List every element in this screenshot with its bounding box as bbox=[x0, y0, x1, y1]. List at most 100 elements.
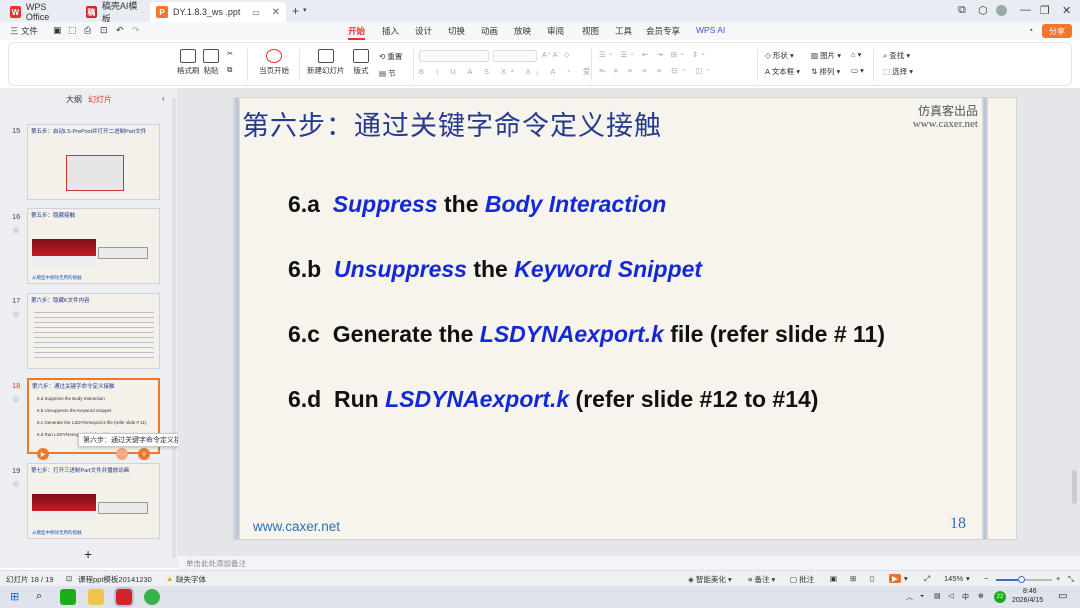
slide-thumbnail-17[interactable]: 第六步：隐藏K文件内容 bbox=[27, 293, 160, 369]
missing-font[interactable]: 缺失字体 bbox=[176, 574, 206, 585]
network-icon[interactable]: ▤ bbox=[934, 592, 941, 600]
slide-thumbnail-16[interactable]: 第五步：隐藏接触 从模型中移除无用的接触 bbox=[27, 208, 160, 284]
collapse-panel-icon[interactable]: ‹ bbox=[162, 94, 165, 103]
wechat-icon[interactable] bbox=[60, 589, 76, 605]
notes-button[interactable]: ≡ 备注 ▾ bbox=[748, 574, 775, 585]
paste-button[interactable]: 粘贴 bbox=[203, 49, 219, 76]
slide-title[interactable]: 第六步：通过关键字命令定义接触 bbox=[242, 104, 662, 143]
bullet-6b[interactable]: 6.b Unsuppress the Keyword Snippet bbox=[288, 256, 702, 283]
template-name[interactable]: 课程ppt模板20141230 bbox=[78, 574, 152, 585]
picture-button[interactable]: ▨ 图片 ▾ bbox=[811, 50, 841, 61]
menu-animation[interactable]: 动画 bbox=[481, 25, 498, 37]
action-center-icon[interactable]: ▭ bbox=[1058, 591, 1067, 602]
sorter-view-icon[interactable]: ⊞ bbox=[850, 574, 856, 583]
play-current-button[interactable]: 当页开始 bbox=[259, 49, 289, 76]
chevron-down-icon[interactable]: ▾ bbox=[904, 574, 908, 583]
print-icon[interactable]: ⎙ bbox=[84, 25, 91, 36]
save-icon[interactable]: ▣ bbox=[53, 25, 62, 36]
avatar[interactable] bbox=[996, 5, 1007, 16]
window-mode-icon[interactable]: ▭ bbox=[252, 8, 260, 17]
normal-view-icon[interactable]: ▣ bbox=[830, 574, 837, 583]
cut-icon[interactable]: ✂ bbox=[227, 49, 233, 58]
bullet-6d[interactable]: 6.d Run LSDYNAexport.k (refer slide #12 … bbox=[288, 386, 818, 413]
tab-outline[interactable]: 大纲 bbox=[66, 94, 82, 105]
format-painter-button[interactable]: 格式刷 bbox=[177, 49, 200, 76]
bell-icon[interactable]: ◔ bbox=[1028, 25, 1033, 35]
notes-area[interactable]: 单击此处添加备注 bbox=[178, 556, 1080, 570]
tray-chevron-icon[interactable]: ︿ bbox=[906, 592, 913, 602]
chevron-down-icon[interactable]: ▾ bbox=[303, 6, 307, 14]
menu-home[interactable]: 开始 bbox=[348, 25, 366, 40]
export-icon[interactable]: ⬚ bbox=[68, 25, 77, 36]
star-icon[interactable]: ☆ bbox=[12, 309, 20, 320]
font-size-select[interactable] bbox=[493, 50, 537, 62]
clock-time[interactable]: 8:46 bbox=[1023, 588, 1037, 595]
redo-icon[interactable]: ↷ bbox=[132, 25, 140, 36]
menu-review[interactable]: 审阅 bbox=[547, 25, 564, 37]
file-menu[interactable]: 三 文件 bbox=[10, 25, 38, 37]
zoom-dropdown-icon[interactable]: ▾ bbox=[966, 574, 970, 583]
section-button[interactable]: ▤ 节 bbox=[379, 68, 396, 79]
tab-slides[interactable]: 幻灯片 bbox=[88, 94, 112, 105]
browser-icon[interactable] bbox=[144, 589, 160, 605]
new-slide-button[interactable]: 新建幻灯片 bbox=[307, 49, 345, 76]
preview-icon[interactable]: ⊡ bbox=[100, 25, 108, 36]
font-family-select[interactable] bbox=[419, 50, 489, 62]
menu-transition[interactable]: 切换 bbox=[448, 25, 465, 37]
select-button[interactable]: ⬚ 选择 ▾ bbox=[883, 66, 913, 77]
ime-indicator[interactable]: 中 bbox=[962, 592, 969, 602]
share-button[interactable]: 分享 bbox=[1042, 24, 1072, 38]
fit-window-icon[interactable]: ⤢ bbox=[924, 574, 930, 584]
layout-button[interactable]: 版式 bbox=[353, 49, 369, 76]
add-slide-button[interactable]: + bbox=[84, 546, 92, 562]
menu-wps-ai[interactable]: WPS AI bbox=[696, 25, 725, 35]
cube-icon[interactable]: ⬡ bbox=[978, 4, 988, 17]
clock-date[interactable]: 2026/4/15 bbox=[1012, 597, 1043, 604]
tray-app2-icon[interactable]: ⊕ bbox=[978, 592, 984, 600]
notification-badge[interactable]: 22 bbox=[994, 591, 1006, 603]
star-icon[interactable]: ☆ bbox=[12, 394, 20, 405]
fill-icon[interactable]: ⌂ ▾ bbox=[851, 50, 861, 59]
menu-insert[interactable]: 插入 bbox=[382, 25, 399, 37]
font-style-icons[interactable]: B I U A S X² X₂ A ⁃ 爱 ⁃ bbox=[419, 66, 611, 77]
textbox-button[interactable]: A 文本框 ▾ bbox=[765, 66, 800, 77]
copy-icon[interactable]: ⧉ bbox=[227, 65, 232, 75]
new-tab-button[interactable]: + bbox=[292, 4, 299, 18]
find-button[interactable]: ⌕ 查找 ▾ bbox=[883, 50, 910, 61]
menu-tools[interactable]: 工具 bbox=[615, 25, 632, 37]
slideshow-icon[interactable]: ▶ bbox=[889, 574, 901, 583]
bullet-6c[interactable]: 6.c Generate the LSDYNAexport.k file (re… bbox=[288, 321, 885, 348]
shape-button[interactable]: ◇ 形状 ▾ bbox=[765, 50, 794, 61]
bullet-6a[interactable]: 6.a Suppress the Body Interaction bbox=[288, 191, 666, 218]
fullscreen-icon[interactable]: ⤡ bbox=[1068, 574, 1074, 584]
close-tab-icon[interactable]: ✕ bbox=[272, 7, 280, 18]
menu-member[interactable]: 会员专享 bbox=[646, 25, 680, 37]
layout-icon[interactable]: ⧉ bbox=[958, 4, 966, 17]
tab-document[interactable]: P DY.1.8.3_ws .ppt ▭ ✕ bbox=[150, 2, 286, 22]
font-size-adjust-icon[interactable]: A⁺ A⁻ ◇ bbox=[542, 50, 569, 59]
menu-design[interactable]: 设计 bbox=[415, 25, 432, 37]
minimize-icon[interactable]: — bbox=[1020, 4, 1031, 16]
volume-icon[interactable]: ◁ bbox=[948, 592, 953, 600]
tab-wps-office[interactable]: W WPS Office bbox=[4, 2, 74, 22]
zoom-out-icon[interactable]: − bbox=[984, 574, 988, 583]
zoom-slider-handle[interactable] bbox=[1018, 576, 1025, 583]
current-slide[interactable]: 第六步：通过关键字命令定义接触 仿真客出品 www.caxer.net 6.a … bbox=[233, 97, 1017, 540]
comments-button[interactable]: ▢ 批注 bbox=[790, 574, 814, 585]
menu-view[interactable]: 视图 bbox=[582, 25, 599, 37]
zoom-in-icon[interactable]: + bbox=[1056, 574, 1060, 583]
slide-thumbnail-15[interactable]: 第五步：启动LS-PrePost并打开二进制Part文件 bbox=[27, 124, 160, 200]
list-icons[interactable]: ☰⁃ ☰⁃ ⇤ ⇥ ⊞⁃ ⇕⁃ bbox=[599, 50, 708, 59]
arrange-button[interactable]: ⇅ 排列 ▾ bbox=[811, 66, 840, 77]
star-icon[interactable]: ☆ bbox=[12, 479, 20, 490]
restore-icon[interactable]: ❐ bbox=[1040, 4, 1050, 17]
wps-taskbar-icon[interactable] bbox=[114, 587, 134, 607]
windows-start-icon[interactable]: ⊞ bbox=[10, 590, 19, 603]
zoom-level[interactable]: 145% bbox=[944, 574, 963, 583]
star-icon[interactable]: ☆ bbox=[12, 225, 20, 236]
outline-icon[interactable]: ▭ ▾ bbox=[851, 66, 864, 75]
tray-app-icon[interactable]: ◒ bbox=[920, 592, 924, 599]
align-icons[interactable]: ≡ ≡ ≡ ≡ ≡ ⊟⁃ ◫⁃ bbox=[599, 66, 714, 75]
reading-view-icon[interactable]: ▯ bbox=[870, 574, 874, 583]
canvas-scrollbar[interactable] bbox=[1072, 470, 1077, 504]
